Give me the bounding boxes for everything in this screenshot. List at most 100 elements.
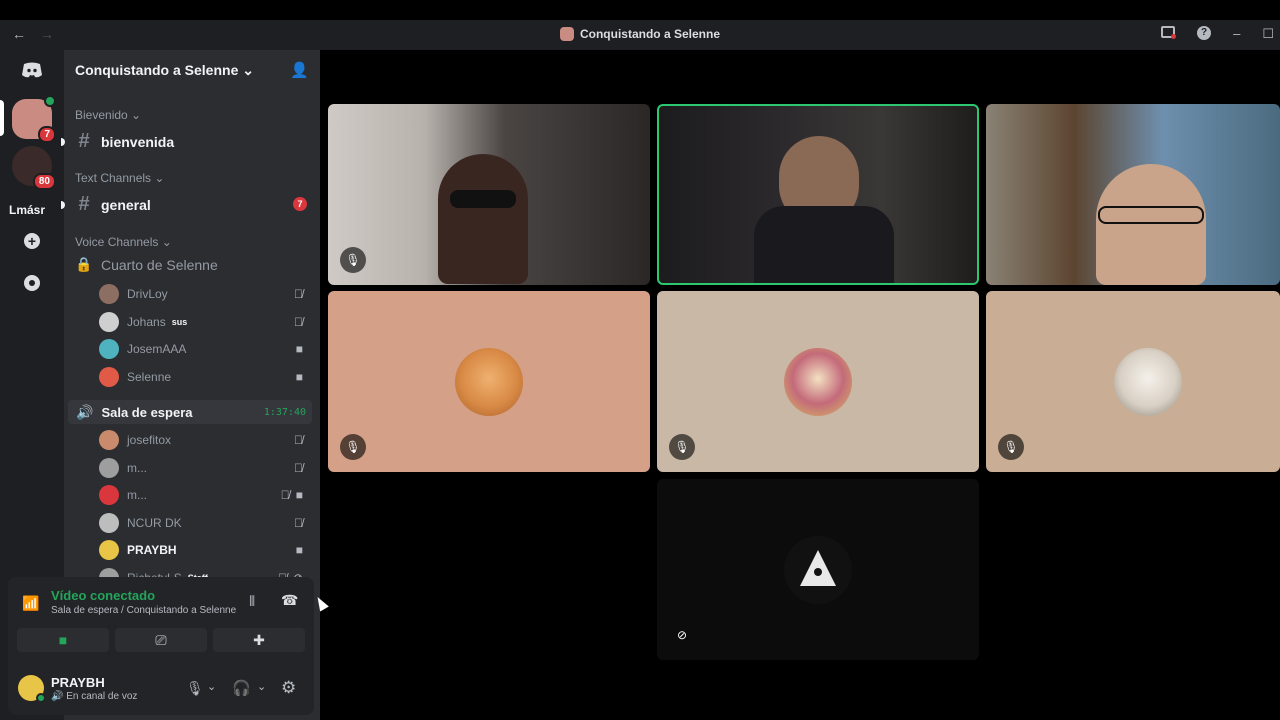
mic-muted-icon: 🎙 <box>340 434 366 460</box>
discord-home-icon[interactable] <box>12 50 52 90</box>
voice-channel-sala[interactable]: 🔊 Sala de espera 1:37:40 <box>68 400 312 424</box>
voice-channel-cuarto[interactable]: 🔒 Cuarto de Selenne <box>75 256 217 273</box>
voice-member[interactable]: PRAYBH ■ <box>99 538 309 562</box>
mic-off-icon: 🎙̸ <box>280 488 290 502</box>
active-server-indicator <box>0 100 4 136</box>
rtc-panel: 📶 Vídeo conectado Sala de espera / Conqu… <box>8 577 314 657</box>
member-name: Johans <box>127 314 166 329</box>
server-header[interactable]: Conquistando a Selenne ⌄ 👤 <box>64 50 320 90</box>
inbox-icon[interactable] <box>1161 26 1177 39</box>
member-status-icons: ■ <box>296 370 303 384</box>
maximize-icon[interactable]: ☐ <box>1262 26 1274 42</box>
video-tile-1[interactable]: 🎙 <box>328 104 650 285</box>
avatar-tile-anime[interactable]: 🎙 <box>657 291 979 472</box>
voice-member[interactable]: josefitox 🎙̸ <box>99 428 309 452</box>
voice-member[interactable]: NCUR DK 🎙̸ <box>99 511 309 535</box>
member-name: JosemAAA <box>127 342 187 356</box>
hash-icon: # <box>78 193 90 215</box>
mic-muted-icon: 🎙 <box>998 434 1024 460</box>
voice-timer: 1:37:40 <box>263 406 306 418</box>
camera-icon: ■ <box>58 632 68 648</box>
avatar-tile-pyramid[interactable]: ⊘ <box>657 479 979 660</box>
voice-member[interactable]: DrivLoy 🎙̸ <box>99 282 309 306</box>
server-icon <box>559 27 574 41</box>
avatar-dog <box>1114 347 1182 416</box>
member-name: m... <box>127 460 147 475</box>
video-off-icon: ⊘ <box>676 628 688 642</box>
avatar-tile-cat[interactable]: 🎙 <box>328 291 650 472</box>
screen-share-button[interactable]: ⎚ <box>115 628 207 652</box>
member-tag: sus <box>171 316 188 327</box>
camera-button[interactable]: ■ <box>17 628 109 652</box>
activity-button[interactable]: ✚ <box>213 628 305 652</box>
member-status-icons: 🎙̸ <box>294 461 303 475</box>
avatar <box>99 284 119 304</box>
connection-signal-icon: 📶 <box>22 595 40 611</box>
category-voice[interactable]: Voice Channels ⌄ <box>75 235 172 249</box>
member-status-icons: ■ <box>296 342 303 356</box>
title-bar: ← → Conquistando a Selenne ? – ☐ <box>0 20 1280 50</box>
video-icon: ■ <box>295 488 303 502</box>
unread-indicator <box>61 201 65 209</box>
add-server-icon[interactable]: + <box>12 221 52 261</box>
avatar <box>99 430 119 450</box>
avatar <box>99 457 119 478</box>
rtc-status[interactable]: Vídeo conectado <box>51 588 155 603</box>
lock-icon: 🔒 <box>75 256 93 272</box>
voice-member[interactable]: m... 🎙̸ <box>99 456 309 480</box>
voice-member[interactable]: m... 🎙̸ ■ <box>99 483 309 507</box>
user-name[interactable]: PRAYBH <box>51 675 105 690</box>
user-panel: PRAYBH 🔊 En canal de voz 🎙 ⌄ 🎧 ⌄ ⚙ <box>8 657 314 715</box>
minimize-icon[interactable]: – <box>1233 26 1240 42</box>
mic-off-icon: 🎙̸ <box>294 515 303 530</box>
video-icon: ■ <box>295 543 303 557</box>
voice-member[interactable]: Selenne ■ <box>99 365 309 389</box>
member-status-icons: 🎙̸ <box>294 287 303 301</box>
mic-muted-icon: 🎙 <box>340 247 366 273</box>
server-group[interactable]: 80 <box>12 146 56 190</box>
disconnect-icon[interactable]: ☎ <box>281 592 298 609</box>
noise-suppression-icon[interactable]: ⦀ <box>249 593 255 610</box>
member-name: josefitox <box>127 433 172 447</box>
member-name: Selenne <box>127 369 172 384</box>
activity-icon: ✚ <box>253 631 265 648</box>
audio-options-chevron-icon[interactable]: ⌄ <box>257 680 266 693</box>
avatar-anime <box>784 347 852 416</box>
rtc-location[interactable]: Sala de espera / Conquistando a Selenne <box>51 605 236 616</box>
avatar-cat <box>455 347 523 416</box>
server-conquistando[interactable]: 7 <box>12 95 56 143</box>
settings-gear-icon[interactable]: ⚙ <box>281 678 296 698</box>
unread-badge: 80 <box>32 173 56 190</box>
channel-general[interactable]: # general 7 <box>61 193 307 216</box>
member-name: PRAYBH <box>127 543 177 557</box>
compass-icon[interactable] <box>12 263 52 303</box>
window-title: Conquistando a Selenne <box>0 27 1280 41</box>
voice-member[interactable]: Johans sus 🎙̸ <box>99 310 309 334</box>
video-icon: ■ <box>295 369 303 384</box>
mic-muted-icon: 🎙 <box>669 434 695 460</box>
channel-bienvenida[interactable]: # bienvenida <box>61 130 174 153</box>
user-status: 🔊 En canal de voz <box>51 691 138 702</box>
avatar-tile-dog[interactable]: 🎙 <box>986 291 1280 472</box>
mic-options-chevron-icon[interactable]: ⌄ <box>207 680 216 693</box>
mic-off-icon: 🎙̸ <box>294 287 303 301</box>
avatar <box>99 366 119 387</box>
microphone-icon[interactable]: 🎙 <box>186 680 204 697</box>
help-icon[interactable]: ? <box>1197 26 1212 40</box>
video-icon: ■ <box>295 342 303 356</box>
avatar <box>99 311 119 332</box>
member-name: m... <box>127 488 147 502</box>
member-name: NCUR DK <box>127 515 182 530</box>
user-avatar[interactable] <box>18 675 46 703</box>
category-text[interactable]: Text Channels ⌄ <box>75 171 164 185</box>
video-tile-2[interactable] <box>657 104 979 285</box>
unread-badge: 7 <box>38 126 56 143</box>
server-name: Conquistando a Selenne <box>75 61 239 78</box>
mention-badge: 7 <box>293 197 307 211</box>
video-tile-3[interactable] <box>986 104 1280 285</box>
headphones-icon[interactable]: 🎧 <box>232 679 251 697</box>
voice-member[interactable]: JosemAAA ■ <box>99 337 309 361</box>
invite-people-icon[interactable]: 👤 <box>290 61 309 79</box>
category-welcome[interactable]: Bievenido ⌄ <box>75 108 141 122</box>
member-status-icons: 🎙̸ <box>294 315 303 329</box>
